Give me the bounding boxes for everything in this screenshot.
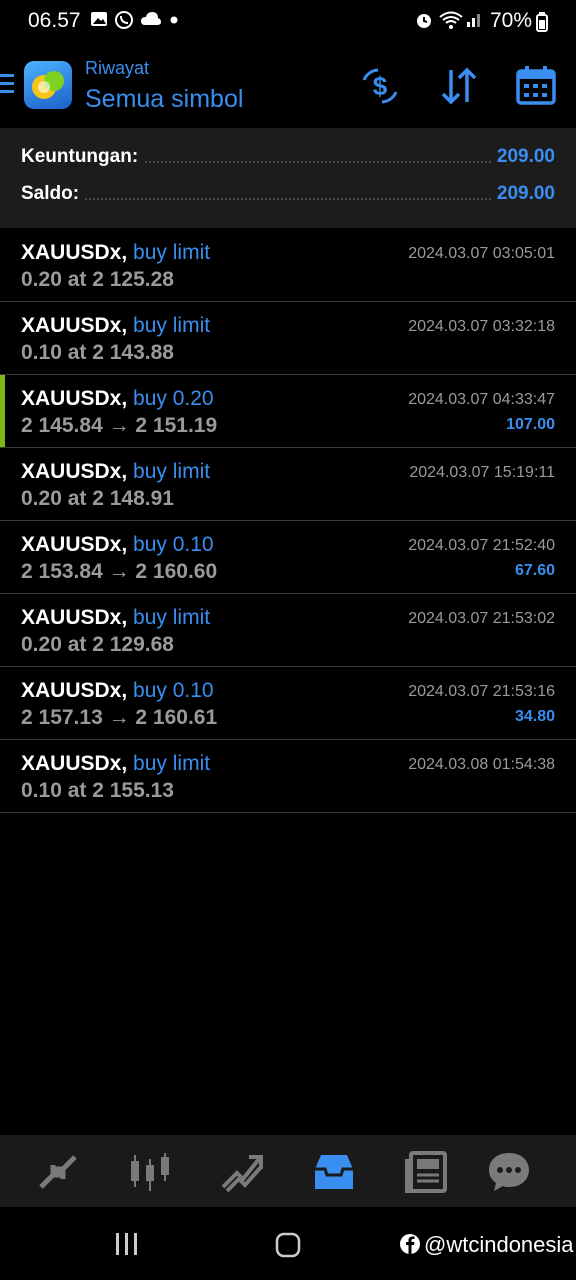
order-time: 2024.03.07 03:32:18 (408, 318, 555, 335)
watermark: @wtcindonesia (424, 1232, 574, 1257)
order-symbol: XAUUSDx, buy limit (21, 606, 211, 629)
order-detail: 0.10 at 2 143.88 (21, 341, 174, 364)
bottom-nav (0, 1135, 576, 1207)
order-time: 2024.03.07 21:52:40 (408, 537, 555, 554)
status-time: 06.57 (28, 9, 81, 32)
order-detail: 2 145.84 → 2 151.19 (21, 414, 218, 437)
order-time: 2024.03.07 04:33:47 (408, 391, 555, 408)
app-logo (24, 61, 72, 109)
recent-apps-icon[interactable] (114, 1233, 140, 1255)
system-nav: @wtcindonesia (0, 1207, 576, 1280)
menu-icon[interactable] (0, 74, 16, 98)
order-time: 2024.03.07 15:19:11 (409, 464, 555, 481)
dot-icon (170, 16, 178, 24)
order-time: 2024.03.07 21:53:02 (408, 610, 555, 627)
alarm-icon (417, 14, 431, 28)
wifi-icon (439, 11, 463, 29)
order-type: buy limit (133, 752, 211, 775)
facebook-icon (400, 1234, 420, 1254)
order-symbol: XAUUSDx, buy limit (21, 314, 211, 337)
svg-text:$: $ (373, 71, 388, 101)
battery-level: 70% (489, 9, 532, 32)
cloud-icon (141, 12, 161, 25)
dollar-swap-icon[interactable]: $ (358, 64, 402, 108)
order-type: buy limit (133, 314, 211, 337)
balance-label: Saldo: (21, 183, 86, 205)
battery-icon (536, 12, 548, 32)
list-item[interactable]: XAUUSDx, buy limit 0.20 at 2 129.68 2024… (0, 594, 576, 667)
order-detail: 0.20 at 2 129.68 (21, 633, 174, 656)
calendar-icon[interactable] (514, 64, 558, 108)
order-symbol: XAUUSDx, buy 0.10 (21, 679, 214, 702)
trade-icon[interactable] (217, 1147, 267, 1197)
list-item[interactable]: XAUUSDx, buy limit 0.20 at 2 125.28 2024… (0, 229, 576, 302)
header-subtitle: Riwayat (85, 58, 150, 78)
list-item[interactable]: XAUUSDx, buy 0.10 2 157.13 → 2 160.61 20… (0, 667, 576, 740)
selected-marker (0, 375, 5, 447)
summary-panel: Keuntungan: 209.00 Saldo: 209.00 (0, 128, 576, 228)
gallery-icon (91, 12, 107, 26)
list-item[interactable]: XAUUSDx, buy limit 0.20 at 2 148.91 2024… (0, 448, 576, 521)
balance-value: 209.00 (490, 183, 555, 205)
whatsapp-icon (115, 11, 133, 29)
sort-icon[interactable] (437, 64, 481, 108)
order-detail: 2 153.84 → 2 160.60 (21, 560, 218, 583)
page-title[interactable]: Semua simbol (85, 85, 243, 114)
order-profit: 107.00 (506, 416, 555, 433)
app-header: Riwayat Semua simbol $ (0, 44, 576, 128)
news-icon[interactable] (401, 1147, 451, 1197)
dotted-leader (21, 198, 555, 200)
history-icon[interactable] (309, 1147, 359, 1197)
order-time: 2024.03.07 03:05:01 (408, 245, 555, 262)
order-type: buy limit (133, 606, 211, 629)
order-detail: 2 157.13 → 2 160.61 (21, 706, 218, 729)
order-detail: 0.20 at 2 148.91 (21, 487, 174, 510)
list-item[interactable]: XAUUSDx, buy 0.20 2 145.84 → 2 151.19 20… (0, 375, 576, 448)
order-symbol: XAUUSDx, buy limit (21, 241, 211, 264)
order-type: buy 0.10 (133, 679, 214, 702)
home-icon[interactable] (275, 1232, 301, 1258)
balance-row: Saldo: 209.00 (21, 183, 555, 213)
profit-label: Keuntungan: (21, 146, 145, 168)
order-time: 2024.03.08 01:54:38 (408, 756, 555, 773)
profit-value: 209.00 (490, 146, 555, 168)
order-symbol: XAUUSDx, buy limit (21, 460, 211, 483)
order-detail: 0.10 at 2 155.13 (21, 779, 174, 802)
order-list: XAUUSDx, buy limit 0.20 at 2 125.28 2024… (0, 229, 576, 813)
order-symbol: XAUUSDx, buy 0.10 (21, 533, 214, 556)
order-time: 2024.03.07 21:53:16 (408, 683, 555, 700)
list-item[interactable]: XAUUSDx, buy limit 0.10 at 2 155.13 2024… (0, 740, 576, 813)
quotes-icon[interactable] (33, 1147, 83, 1197)
order-type: buy limit (133, 241, 211, 264)
list-item[interactable]: XAUUSDx, buy 0.10 2 153.84 → 2 160.60 20… (0, 521, 576, 594)
chart-icon[interactable] (125, 1147, 175, 1197)
order-profit: 67.60 (514, 562, 555, 579)
order-type: buy 0.10 (133, 533, 214, 556)
order-type: buy limit (133, 460, 211, 483)
order-symbol: XAUUSDx, buy limit (21, 752, 211, 775)
order-profit: 34.80 (514, 708, 555, 725)
order-type: buy 0.20 (133, 387, 214, 410)
order-symbol: XAUUSDx, buy 0.20 (21, 387, 214, 410)
status-bar: 06.57 70% (0, 0, 576, 44)
chat-icon[interactable] (484, 1147, 534, 1197)
order-detail: 0.20 at 2 125.28 (21, 268, 174, 291)
list-item[interactable]: XAUUSDx, buy limit 0.10 at 2 143.88 2024… (0, 302, 576, 375)
signal-icon (467, 14, 480, 27)
profit-row: Keuntungan: 209.00 (21, 146, 555, 176)
